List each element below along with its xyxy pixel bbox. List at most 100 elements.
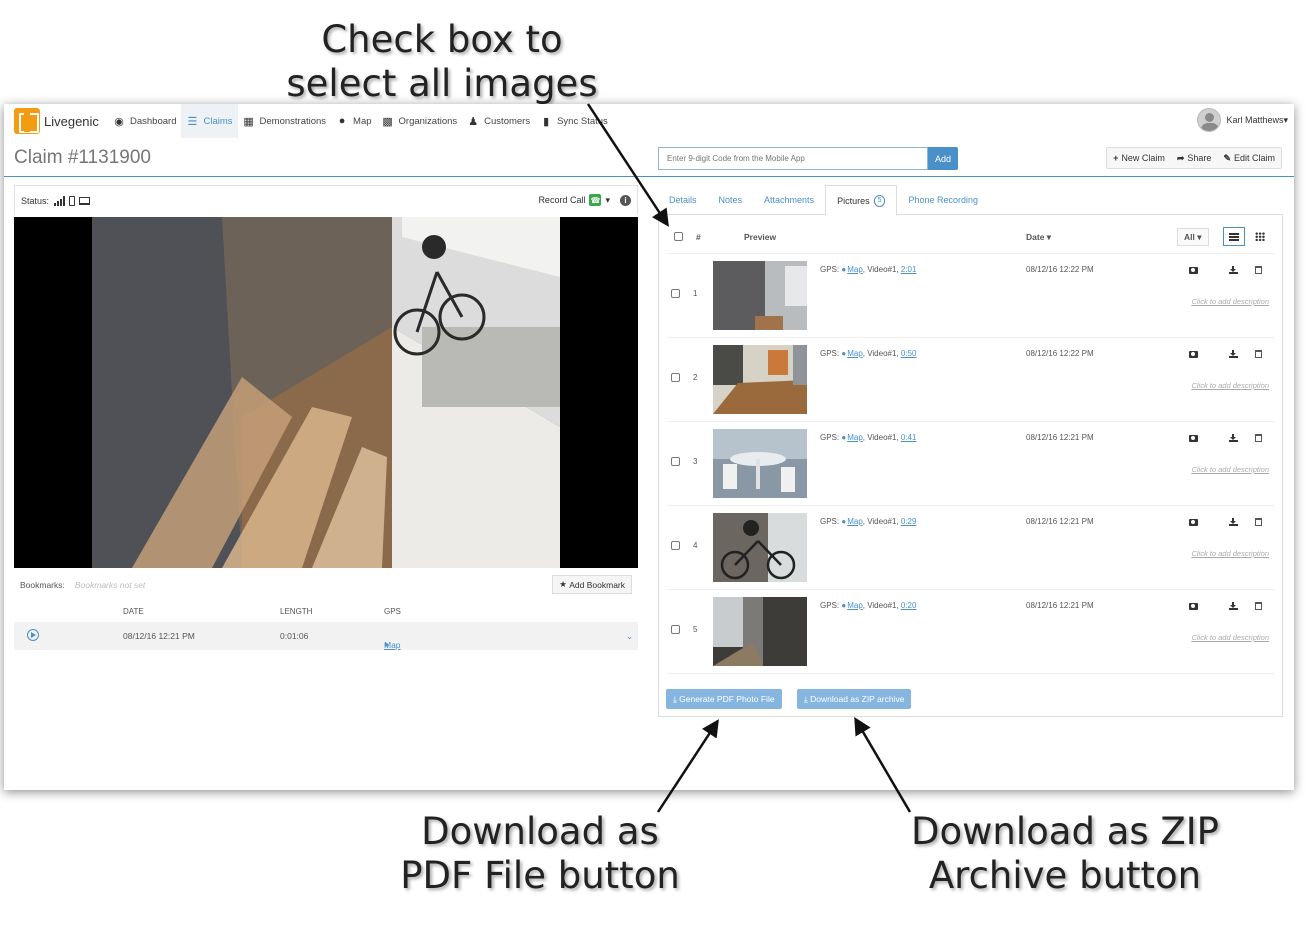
button-label: New Claim (1121, 153, 1165, 163)
camera-button[interactable] (1183, 430, 1203, 446)
column-date: DATE (123, 607, 144, 616)
new-claim-button[interactable]: + New Claim (1107, 148, 1171, 168)
map-link[interactable]: Map (847, 349, 863, 358)
row-checkbox[interactable] (671, 541, 680, 550)
download-icon (1228, 602, 1238, 610)
play-icon[interactable] (27, 629, 39, 641)
picture-thumbnail[interactable] (713, 429, 807, 498)
video-time-link[interactable]: 2:01 (901, 265, 917, 274)
add-bookmark-button[interactable]: ★ Add Bookmark (552, 575, 632, 594)
trash-icon (1254, 518, 1262, 526)
download-button[interactable] (1223, 262, 1243, 278)
add-description-link[interactable]: Click to add description (1191, 549, 1269, 558)
grid-view-button[interactable] (1249, 227, 1271, 246)
map-link-text: Map (384, 640, 401, 650)
nav-label: Customers (484, 115, 531, 127)
camera-icon (1188, 266, 1198, 274)
download-icon (1228, 518, 1238, 526)
page-title: Claim #1131900 (14, 147, 151, 168)
map-link[interactable]: Map (847, 433, 863, 442)
download-button[interactable] (1223, 430, 1243, 446)
caret-down-icon: ▾ (1044, 232, 1052, 242)
button-label: Share (1187, 153, 1212, 163)
picture-date: 08/12/16 12:21 PM (1026, 517, 1094, 526)
caret-down-icon: ▾ (1283, 114, 1288, 125)
mobile-code-input[interactable] (658, 147, 928, 170)
video-time-link[interactable]: 0:20 (901, 601, 917, 610)
picture-gps: GPS: ●Map, Video#1, 0:29 (820, 517, 916, 526)
delete-button[interactable] (1248, 262, 1268, 278)
picture-thumbnail[interactable] (713, 261, 807, 330)
picture-thumbnail[interactable] (713, 513, 807, 582)
picture-gps: GPS: ●Map, Video#1, 0:41 (820, 433, 916, 442)
callout-select-all: Check box to select all images (262, 18, 622, 105)
camera-button[interactable] (1183, 346, 1203, 362)
delete-button[interactable] (1248, 346, 1268, 362)
info-icon[interactable]: i (620, 194, 631, 206)
nav-item-customers[interactable]: ♟ Customers (462, 104, 535, 138)
add-description-link[interactable]: Click to add description (1191, 381, 1269, 390)
nav-item-dashboard[interactable]: ◉ Dashboard (108, 104, 181, 138)
pictures-count-badge: 5 (873, 194, 886, 207)
download-button[interactable] (1223, 346, 1243, 362)
row-checkbox[interactable] (671, 457, 680, 466)
download-zip-button[interactable]: ⤓ Download as ZIP archive (797, 689, 912, 709)
video-time-link[interactable]: 0:41 (901, 433, 917, 442)
row-checkbox[interactable] (671, 625, 680, 634)
edit-claim-button[interactable]: ✎ Edit Claim (1217, 148, 1281, 168)
add-code-button[interactable]: Add (928, 147, 958, 170)
select-all-checkbox[interactable] (674, 232, 683, 241)
download-button[interactable] (1223, 514, 1243, 530)
nav-item-sync-status[interactable]: ▮ Sync Status (535, 104, 613, 138)
row-checkbox[interactable] (671, 373, 680, 382)
map-link[interactable]: Map (847, 517, 863, 526)
nav-item-organizations[interactable]: ▩ Organizations (377, 104, 463, 138)
camera-button[interactable] (1183, 514, 1203, 530)
generate-pdf-button[interactable]: ⤓ Generate PDF Photo File (666, 689, 782, 709)
nav-item-demonstrations[interactable]: ▦ Demonstrations (238, 104, 332, 138)
share-button[interactable]: ➦ Share (1171, 148, 1218, 168)
download-button[interactable] (1223, 598, 1243, 614)
pictures-header: # Preview Date ▾ All ▾ (667, 220, 1275, 254)
user-menu[interactable]: Karl Matthews ▾ (1197, 108, 1288, 132)
picture-date: 08/12/16 12:22 PM (1026, 265, 1094, 274)
row-checkbox[interactable] (671, 289, 680, 298)
tab-notes[interactable]: Notes (708, 185, 754, 215)
filter-dropdown[interactable]: All ▾ (1177, 228, 1209, 246)
video-time-link[interactable]: 0:29 (901, 517, 917, 526)
add-description-link[interactable]: Click to add description (1191, 465, 1269, 474)
tab-attachments[interactable]: Attachments (753, 185, 825, 215)
star-icon: ★ (559, 579, 570, 589)
video-time-link[interactable]: 0:50 (901, 349, 917, 358)
tab-pictures[interactable]: Pictures 5 (825, 185, 898, 216)
list-view-button[interactable] (1223, 227, 1245, 246)
camera-button[interactable] (1183, 262, 1203, 278)
picture-gps: GPS: ●Map, Video#1, 2:01 (820, 265, 916, 274)
callout-line: Archive button (928, 853, 1202, 897)
recording-date: 08/12/16 12:21 PM (123, 631, 195, 641)
picture-thumbnail[interactable] (713, 345, 807, 414)
chevron-down-icon[interactable]: ⌄ (626, 631, 633, 642)
video-ref: , Video#1, (862, 517, 901, 526)
delete-button[interactable] (1248, 598, 1268, 614)
brand-logo[interactable]: Livegenic (4, 104, 108, 138)
map-link[interactable]: Map (847, 265, 863, 274)
row-number: 5 (693, 625, 698, 634)
picture-row: 2 GPS: ●Map, Video#1, 0:50 08/12/16 12:2… (667, 338, 1275, 422)
picture-thumbnail[interactable] (713, 597, 807, 666)
nav-item-map[interactable]: ● Map (331, 104, 376, 138)
delete-button[interactable] (1248, 514, 1268, 530)
add-description-link[interactable]: Click to add description (1191, 633, 1269, 642)
map-link[interactable]: Map (847, 601, 863, 610)
record-call-control[interactable]: Record Call ☎ ▾ i (538, 194, 631, 206)
recording-row[interactable]: 08/12/16 12:21 PM 0:01:06 ● Map ⌄ (14, 622, 638, 650)
column-date-sort[interactable]: Date ▾ (1026, 232, 1051, 243)
delete-button[interactable] (1248, 430, 1268, 446)
camera-button[interactable] (1183, 598, 1203, 614)
nav-item-claims[interactable]: ☰ Claims (181, 104, 238, 138)
add-description-link[interactable]: Click to add description (1191, 297, 1269, 306)
tab-phone-recording[interactable]: Phone Recording (897, 185, 989, 215)
tab-details[interactable]: Details (658, 185, 708, 215)
user-icon: ♟ (468, 115, 479, 128)
video-player[interactable] (14, 217, 638, 568)
